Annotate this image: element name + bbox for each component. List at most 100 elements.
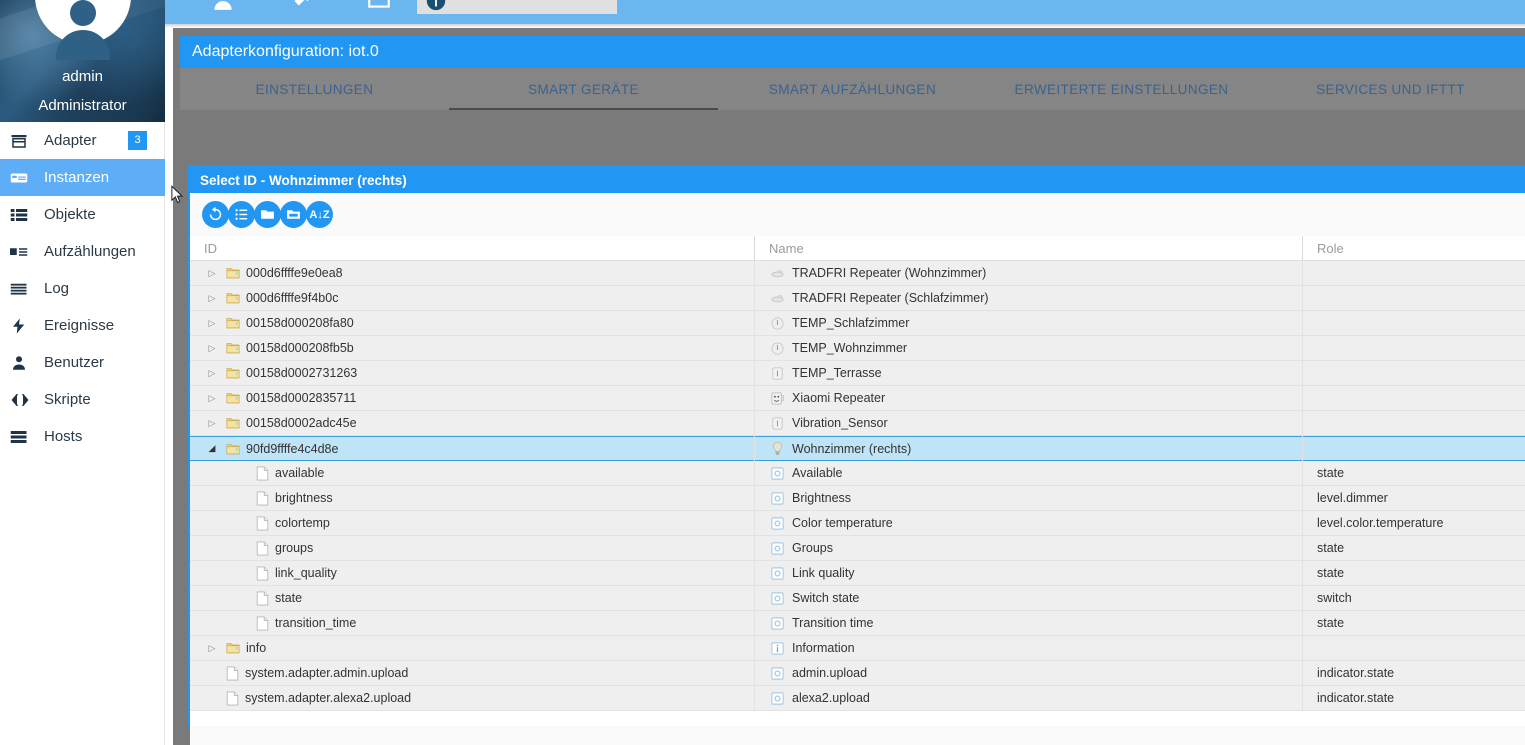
table-row[interactable]: system.adapter.admin.upload admin.upload i…: [190, 660, 1525, 686]
tab-smart-geraete[interactable]: SMART GERÄTE: [449, 68, 718, 110]
expand-triangle-icon[interactable]: ▷: [204, 643, 220, 654]
folder-icon: [226, 291, 240, 305]
cell-role: state: [1317, 541, 1345, 555]
tab-einstellungen[interactable]: EINSTELLUNGEN: [180, 68, 449, 110]
key-icon[interactable]: [288, 0, 314, 12]
person-icon[interactable]: [210, 0, 236, 12]
table-row[interactable]: state Switch state switch: [190, 585, 1525, 611]
cell-name: Color temperature: [755, 510, 1303, 536]
cell-role: indicator.state: [1317, 666, 1395, 680]
cell-id: state: [190, 585, 755, 611]
host-select-field[interactable]: [417, 0, 617, 14]
sidebar-item-hosts[interactable]: Hosts: [0, 418, 165, 455]
row-id-label: 00158d0002731263: [246, 366, 358, 380]
expand-triangle-icon[interactable]: ▷: [204, 343, 220, 354]
table-row[interactable]: ▷ 00158d0002835711 Xiaomi Repeater: [190, 385, 1525, 411]
sidebar: admin Administrator Adapter 3 Instanzen: [0, 0, 165, 745]
row-name-label: TRADFRI Repeater (Wohnzimmer): [792, 266, 987, 280]
cell-role: [1303, 436, 1523, 461]
table-row[interactable]: ▷ 00158d000208fa80 TEMP_Schlafzimmer: [190, 310, 1525, 336]
expand-triangle-icon[interactable]: ▷: [204, 393, 220, 404]
state-icon: [769, 590, 785, 606]
table-row[interactable]: ▷ 000d6ffffe9e0ea8 TRADFRI Repeater (Wohnz…: [190, 261, 1525, 286]
row-id-label: system.adapter.admin.upload: [245, 666, 409, 680]
expand-triangle-icon[interactable]: ▷: [204, 268, 220, 279]
table-row[interactable]: brightness Brightness level.dimmer: [190, 485, 1525, 511]
table-row[interactable]: link_quality Link quality state: [190, 560, 1525, 586]
adapter-config-tabs: EINSTELLUNGEN SMART GERÄTE SMART AUFZÄHL…: [180, 68, 1525, 110]
row-name-label: Switch state: [792, 591, 860, 605]
cell-name: TRADFRI Repeater (Schlafzimmer): [755, 285, 1303, 311]
select-id-title: Select ID - Wohnzimmer (rechts): [190, 167, 1525, 193]
column-header-role[interactable]: Role: [1303, 236, 1523, 261]
sidebar-item-adapter[interactable]: Adapter 3: [0, 122, 165, 159]
avatar: [34, 0, 131, 44]
sidebar-item-label: Log: [44, 280, 70, 297]
expand-all-icon[interactable]: [254, 201, 281, 228]
row-id-label: state: [275, 591, 303, 605]
collapse-all-icon[interactable]: [280, 201, 307, 228]
sidebar-item-aufzaehlungen[interactable]: Aufzählungen: [0, 233, 165, 270]
column-header-id[interactable]: ID: [190, 235, 755, 261]
table-row[interactable]: ▷ info Information: [190, 635, 1525, 661]
table-row[interactable]: transition_time Transition time state: [190, 610, 1525, 636]
collapse-triangle-icon[interactable]: ◢: [204, 443, 220, 454]
tab-smart-aufzaehlungen[interactable]: SMART AUFZÄHLUNGEN: [718, 68, 987, 110]
no-expander: [234, 543, 250, 553]
row-name-label: Available: [792, 466, 843, 480]
cell-name: TEMP_Terrasse: [755, 360, 1303, 386]
sort-az-icon[interactable]: A↓Z: [306, 201, 333, 228]
cell-name: TEMP_Schlafzimmer: [755, 310, 1303, 336]
table-row[interactable]: ▷ 00158d0002adc45e Vibration_Sensor: [190, 410, 1525, 436]
store-icon: [10, 131, 36, 151]
folder-icon: [226, 341, 240, 355]
table-row[interactable]: colortemp Color temperature level.color.te…: [190, 510, 1525, 536]
table-row[interactable]: available Available state: [190, 460, 1525, 486]
cell-id: link_quality: [190, 560, 755, 586]
table-row[interactable]: ▷ 00158d000208fb5b TEMP_Wohnzimmer: [190, 335, 1525, 361]
sidebar-nav: Adapter 3 Instanzen Objekte Aufzählungen…: [0, 122, 165, 455]
sidebar-item-benutzer[interactable]: Benutzer: [0, 344, 165, 381]
document-icon: [256, 515, 269, 531]
window-icon[interactable]: [366, 0, 392, 12]
row-id-label: 00158d000208fb5b: [246, 341, 354, 355]
sidebar-item-objekte[interactable]: Objekte: [0, 196, 165, 233]
cell-role: state: [1317, 616, 1345, 630]
list-icon[interactable]: [228, 201, 255, 228]
cell-name: Transition time: [755, 610, 1303, 636]
tab-services-und-ifttt[interactable]: SERVICES UND IFTTT: [1256, 68, 1525, 110]
table-row[interactable]: ▷ 00158d0002731263 TEMP_Terrasse: [190, 360, 1525, 386]
cell-id: colortemp: [190, 510, 755, 536]
state-icon: [769, 465, 785, 481]
tab-erweiterte-einstellungen[interactable]: ERWEITERTE EINSTELLUNGEN: [987, 68, 1256, 110]
expand-triangle-icon[interactable]: ▷: [204, 418, 220, 429]
row-id-label: 00158d0002835711: [246, 391, 357, 405]
enum-icon: [10, 242, 36, 262]
no-expander: [234, 593, 250, 603]
sidebar-item-label: Objekte: [44, 206, 96, 223]
document-icon: [256, 540, 269, 556]
sidebar-item-instanzen[interactable]: Instanzen: [0, 159, 165, 196]
row-name-label: Vibration_Sensor: [792, 416, 888, 430]
sidebar-item-ereignisse[interactable]: Ereignisse: [0, 307, 165, 344]
column-header-name[interactable]: Name: [755, 235, 1303, 261]
table-body[interactable]: ▷ 000d6ffffe9e0ea8 TRADFRI Repeater (Wohnz…: [190, 261, 1525, 726]
expand-triangle-icon[interactable]: ▷: [204, 368, 220, 379]
table-row[interactable]: ▷ 000d6ffffe9f4b0c TRADFRI Repeater (Schla…: [190, 285, 1525, 311]
table-row[interactable]: system.adapter.alexa2.upload alexa2.uploa…: [190, 685, 1525, 711]
refresh-icon[interactable]: [202, 201, 229, 228]
app-top-bar: [165, 0, 1525, 24]
sidebar-item-skripte[interactable]: Skripte: [0, 381, 165, 418]
sidebar-item-log[interactable]: Log: [0, 270, 165, 307]
folder-icon: [226, 266, 240, 280]
folder-icon: [226, 442, 240, 456]
cell-role: [1303, 361, 1523, 386]
table-row[interactable]: ◢ 90fd9ffffe4c4d8e Wohnzimmer (rechts): [190, 436, 1525, 461]
table-row[interactable]: groups Groups state: [190, 535, 1525, 561]
profile-header: admin Administrator: [0, 0, 165, 122]
sidebar-item-label: Skripte: [44, 391, 91, 408]
expand-triangle-icon[interactable]: ▷: [204, 293, 220, 304]
expand-triangle-icon[interactable]: ▷: [204, 318, 220, 329]
document-icon: [256, 565, 269, 581]
row-name-label: Color temperature: [792, 516, 893, 530]
